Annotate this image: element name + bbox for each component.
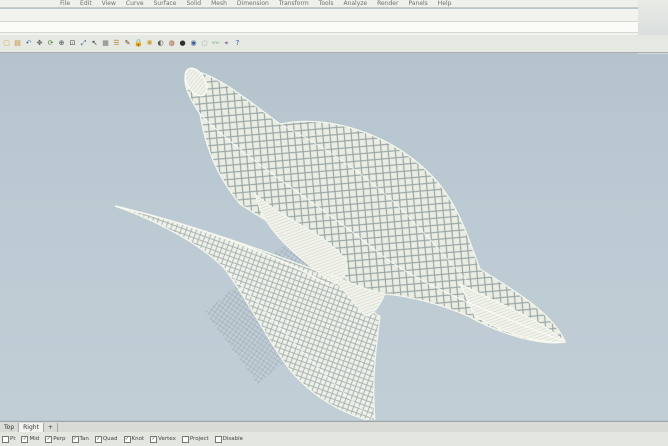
osnap-label: Pt	[10, 436, 16, 442]
standard-toolbar: ▢ ▤ ↶ ✥ ⟳ ⊕ ⊡ ⤢ ↖ ▦ ☰ ✎ 🔒 ✺ ◐ ◍ ● ◉ ◌ 〰 ⌖?	[0, 35, 668, 53]
layer-icon[interactable]: ☰	[112, 39, 121, 48]
menu-item-analyze[interactable]: Analyze	[343, 0, 367, 7]
rotate-icon[interactable]: ⟳	[46, 39, 55, 48]
menu-item-tools[interactable]: Tools	[319, 0, 334, 7]
undo-icon[interactable]: ↶	[24, 39, 33, 48]
viewport-tabs: Top Right +	[0, 421, 668, 432]
osnap-label: Quad	[102, 436, 118, 442]
osnap-label: Tan	[79, 436, 89, 442]
menu-item-edit[interactable]: Edit	[80, 0, 92, 7]
zoom-icon[interactable]: ⊕	[57, 39, 66, 48]
menu-item-panels[interactable]: Panels	[408, 0, 427, 7]
osnap-tan[interactable]: ✓ Tan	[71, 435, 89, 443]
new-file-icon[interactable]: ▢	[2, 39, 11, 48]
menu-item-curve[interactable]: Curve	[126, 0, 144, 7]
lock-icon[interactable]: 🔒	[134, 39, 143, 48]
menu-item-surface[interactable]: Surface	[154, 0, 177, 7]
checkbox[interactable]: ✓	[71, 435, 79, 443]
osnap-pt[interactable]: Pt	[2, 435, 16, 443]
zoom-extents-icon[interactable]: ⤢	[79, 39, 88, 48]
menu-item-mesh[interactable]: Mesh	[211, 0, 227, 7]
viewport-right[interactable]	[0, 54, 668, 420]
ghost-icon[interactable]: ◌	[200, 39, 209, 48]
menu-item-transform[interactable]: Transform	[279, 0, 309, 7]
checkbox[interactable]	[2, 435, 9, 443]
render-icon[interactable]: ◐	[156, 39, 165, 48]
menu-item-dimension[interactable]: Dimension	[237, 0, 269, 7]
osnap-bar: Pt ✓ Mid ✓ Perp ✓ Tan ✓ Quad ✓ Knot ✓ Vertex Project D…	[0, 432, 668, 446]
grid-icon[interactable]: ▦	[101, 39, 110, 48]
menu-item-render[interactable]: Render	[377, 0, 398, 7]
osnap-disable[interactable]: Disable	[214, 435, 244, 443]
menu-item-solid[interactable]: Solid	[186, 0, 201, 7]
osnap-perp[interactable]: ✓ Perp	[45, 435, 66, 443]
analyze-icon[interactable]: ⌖	[222, 39, 231, 48]
osnap-project[interactable]: Project	[181, 435, 209, 443]
light-icon[interactable]: ✺	[145, 39, 154, 48]
osnap-label: Disable	[222, 436, 244, 442]
osnap-quad[interactable]: ✓ Quad	[94, 435, 118, 443]
material-icon[interactable]: ◍	[167, 39, 176, 48]
menu-item-help[interactable]: Help	[438, 0, 452, 7]
osnap-label: Knot	[131, 436, 145, 442]
checkbox[interactable]: ✓	[123, 435, 131, 443]
osnap-knot[interactable]: ✓ Knot	[123, 435, 145, 443]
shade-icon[interactable]: ●	[178, 39, 187, 48]
select-icon[interactable]: ↖	[90, 39, 99, 48]
osnap-label: Vertex	[158, 436, 176, 442]
properties-icon[interactable]: ✎	[123, 39, 132, 48]
tab-add[interactable]: +	[44, 422, 58, 432]
command-area	[0, 9, 668, 35]
checkbox[interactable]	[214, 435, 222, 443]
menu-bar: File Edit View Curve Surface Solid Mesh Dimensi…	[0, 0, 668, 8]
tab-right[interactable]: Right	[19, 422, 44, 432]
tab-top[interactable]: Top	[0, 422, 20, 432]
osnap-label: Mid	[29, 436, 40, 442]
osnap-label: Project	[189, 436, 209, 442]
checkbox[interactable]: ✓	[150, 435, 158, 443]
checkbox[interactable]	[181, 435, 189, 443]
sphere-icon[interactable]: ◉	[189, 39, 198, 48]
checkbox[interactable]: ✓	[21, 435, 29, 443]
zoom-window-icon[interactable]: ⊡	[68, 39, 77, 48]
help-icon[interactable]: ?	[233, 39, 242, 48]
checkbox[interactable]: ✓	[45, 435, 53, 443]
monitor-screen: File Edit View Curve Surface Solid Mesh Dimensi…	[0, 0, 668, 446]
checkbox[interactable]: ✓	[94, 435, 102, 443]
osnap-label: Perp	[53, 436, 66, 442]
menu-item-file[interactable]: File	[60, 0, 70, 7]
open-icon[interactable]: ▤	[13, 39, 22, 48]
pan-icon[interactable]: ✥	[35, 39, 44, 48]
menu-item-view[interactable]: View	[102, 0, 116, 7]
osnap-vertex[interactable]: ✓ Vertex	[150, 435, 176, 443]
curve-icon[interactable]: 〰	[211, 39, 220, 48]
osnap-mid[interactable]: ✓ Mid	[21, 435, 40, 443]
viewport-canvas	[114, 67, 567, 420]
command-line[interactable]	[0, 21, 668, 33]
